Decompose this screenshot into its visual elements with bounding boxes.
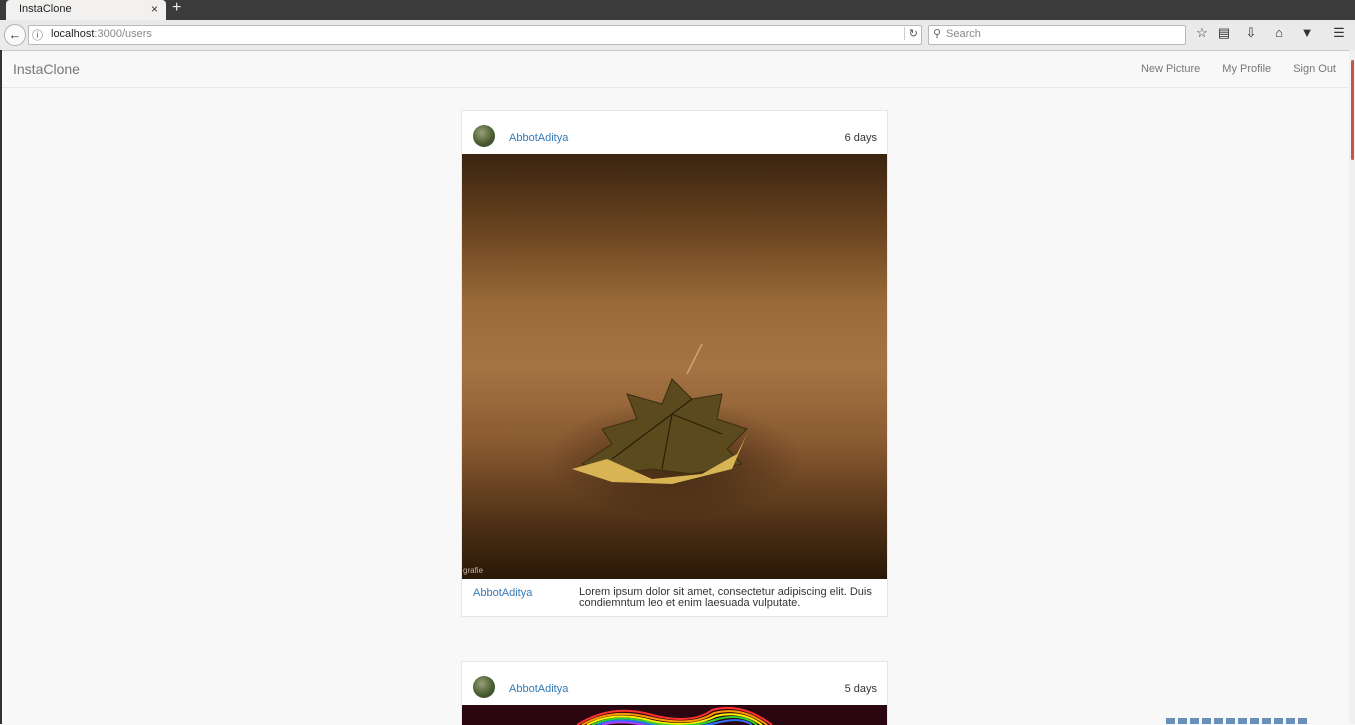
status-icon — [1190, 718, 1199, 724]
search-input[interactable]: ⚲ Search — [928, 25, 1186, 45]
status-icons — [1166, 718, 1307, 724]
url-path: :3000/users — [94, 28, 152, 40]
post-photo[interactable] — [462, 705, 887, 725]
photo-watermark: grafie — [463, 566, 484, 575]
reload-icon[interactable]: ↻ — [903, 27, 918, 40]
app-navbar: InstaClone New Picture My Profile Sign O… — [2, 51, 1349, 88]
status-icon — [1166, 718, 1175, 724]
caption-author-link[interactable]: AbbotAditya — [473, 587, 532, 599]
new-picture-link[interactable]: New Picture — [1141, 63, 1200, 75]
status-icon — [1286, 718, 1295, 724]
bookmark-star-icon[interactable]: ☆ — [1194, 25, 1210, 41]
post-photo[interactable]: grafie — [462, 154, 887, 579]
post-author-link[interactable]: AbbotAditya — [509, 132, 568, 144]
status-icon — [1274, 718, 1283, 724]
post-header: AbbotAditya 6 days — [462, 111, 887, 154]
status-icon — [1214, 718, 1223, 724]
menu-icon[interactable]: ☰ — [1331, 25, 1347, 41]
tab-title: InstaClone — [19, 3, 72, 15]
url-bar[interactable]: ⓘ localhost:3000/users ↻ — [28, 25, 922, 45]
status-icon — [1178, 718, 1187, 724]
info-icon[interactable]: ⓘ — [32, 27, 43, 43]
back-arrow-icon[interactable]: ← — [4, 24, 26, 46]
download-icon[interactable]: ⇩ — [1243, 25, 1259, 41]
nav-links: New Picture My Profile Sign Out — [1141, 63, 1336, 75]
status-icon — [1202, 718, 1211, 724]
close-tab-icon[interactable]: × — [151, 2, 158, 16]
pocket-icon[interactable]: ▼ — [1299, 25, 1315, 40]
avatar[interactable] — [473, 676, 495, 698]
my-profile-link[interactable]: My Profile — [1222, 63, 1271, 75]
window-edge — [0, 50, 2, 724]
status-icon — [1238, 718, 1247, 724]
sign-out-link[interactable]: Sign Out — [1293, 63, 1336, 75]
post-card: AbbotAditya 6 days grafie AbbotAditya Lo… — [461, 110, 888, 617]
status-icon — [1262, 718, 1271, 724]
reading-list-icon[interactable]: ▤ — [1216, 25, 1232, 41]
status-icon — [1250, 718, 1259, 724]
post-footer: AbbotAditya Lorem ipsum dolor sit amet, … — [462, 579, 887, 616]
avatar[interactable] — [473, 125, 495, 147]
scrollbar-thumb[interactable] — [1351, 60, 1354, 160]
post-author-link[interactable]: AbbotAditya — [509, 683, 568, 695]
new-tab-button[interactable]: + — [172, 0, 181, 17]
home-icon[interactable]: ⌂ — [1271, 25, 1287, 40]
browser-toolbar: ← ⓘ localhost:3000/users ↻ ⚲ Search ☆ ▤ … — [0, 20, 1355, 51]
search-icon: ⚲ — [933, 28, 942, 40]
post-age: 6 days — [844, 132, 877, 144]
leaf-illustration — [572, 343, 748, 484]
status-icon — [1226, 718, 1235, 724]
tab-bar: InstaClone × + — [0, 0, 1355, 20]
post-age: 5 days — [844, 683, 877, 695]
status-icon — [1298, 718, 1307, 724]
url-text: localhost:3000/users — [51, 28, 152, 40]
rainbow-illustration — [576, 706, 773, 725]
post-card: AbbotAditya 5 days — [461, 661, 888, 725]
search-placeholder: Search — [946, 28, 981, 40]
brand-logo[interactable]: InstaClone — [13, 61, 80, 77]
url-host: localhost — [51, 28, 95, 40]
post-header: AbbotAditya 5 days — [462, 662, 887, 705]
tab-instaclone[interactable]: InstaClone × — [6, 0, 166, 20]
caption-text: Lorem ipsum dolor sit amet, consectetur … — [579, 586, 872, 609]
